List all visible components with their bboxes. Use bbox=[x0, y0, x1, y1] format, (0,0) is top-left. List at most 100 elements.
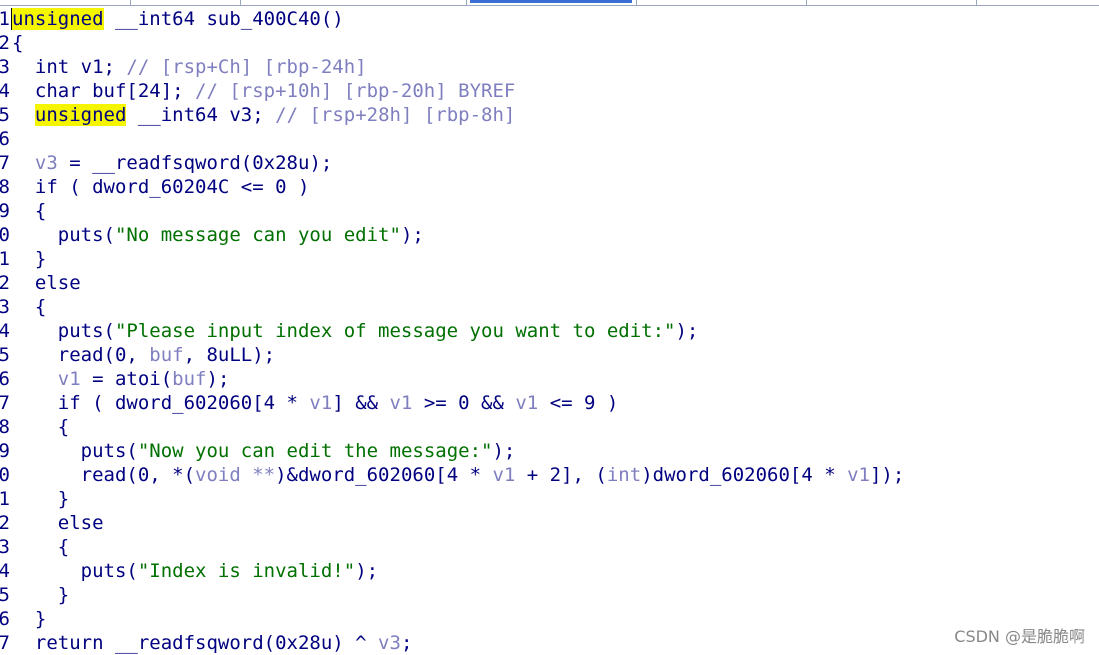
code-line[interactable]: 25 } bbox=[0, 583, 1099, 607]
code-line[interactable]: 17 if ( dword_602060[4 * v1] && v1 >= 0 … bbox=[0, 391, 1099, 415]
code-line[interactable]: 6 bbox=[0, 127, 1099, 151]
code-text[interactable]: if ( dword_602060[4 * v1] && v1 >= 0 && … bbox=[12, 391, 619, 415]
code-line[interactable]: 19 puts("Now you can edit the message:")… bbox=[0, 439, 1099, 463]
code-text[interactable]: } bbox=[12, 607, 46, 631]
code-text[interactable]: if ( dword_60204C <= 0 ) bbox=[12, 175, 310, 199]
code-token: = __readfsqword(0x28u); bbox=[57, 152, 333, 174]
code-text[interactable]: unsigned __int64 v3; // [rsp+28h] [rbp-8… bbox=[12, 103, 515, 127]
variable-token: buf bbox=[149, 344, 184, 366]
line-number: 21 bbox=[0, 488, 10, 510]
code-text[interactable]: puts("Index is invalid!"); bbox=[12, 559, 378, 583]
code-token: } bbox=[12, 608, 47, 630]
code-text[interactable]: v3 = __readfsqword(0x28u); bbox=[12, 151, 332, 175]
line-number: 11 bbox=[0, 248, 10, 270]
code-text[interactable]: int v1; // [rsp+Ch] [rbp-24h] bbox=[12, 55, 367, 79]
line-number: 13 bbox=[0, 296, 10, 318]
line-number: 24 bbox=[0, 560, 10, 582]
code-line[interactable]: 18 { bbox=[0, 415, 1099, 439]
code-line[interactable]: 15 read(0, buf, 8uLL); bbox=[0, 343, 1099, 367]
code-token: + 2], ( bbox=[515, 464, 607, 486]
line-number: 2 bbox=[0, 32, 10, 54]
code-line[interactable]: 14 puts("Please input index of message y… bbox=[0, 319, 1099, 343]
code-token: } bbox=[12, 584, 70, 606]
code-line[interactable]: 5 unsigned __int64 v3; // [rsp+28h] [rbp… bbox=[0, 103, 1099, 127]
variable-token: void ** bbox=[195, 464, 276, 486]
variable-token: v3 bbox=[378, 632, 401, 654]
line-number: 18 bbox=[0, 416, 10, 438]
code-line[interactable]: 12 else bbox=[0, 271, 1099, 295]
code-line[interactable]: 7 v3 = __readfsqword(0x28u); bbox=[0, 151, 1099, 175]
code-text[interactable]: else bbox=[12, 271, 81, 295]
tab-divider bbox=[240, 0, 241, 5]
code-text[interactable]: return __readfsqword(0x28u) ^ v3; bbox=[12, 631, 413, 655]
code-token: ; bbox=[400, 632, 413, 654]
code-token: puts( bbox=[12, 224, 115, 246]
code-text[interactable]: else bbox=[12, 511, 104, 535]
code-token: puts( bbox=[12, 440, 138, 462]
code-text[interactable]: puts("No message can you edit"); bbox=[12, 223, 424, 247]
code-line[interactable]: 8 if ( dword_60204C <= 0 ) bbox=[0, 175, 1099, 199]
code-line[interactable]: 13 { bbox=[0, 295, 1099, 319]
code-text[interactable]: puts("Please input index of message you … bbox=[12, 319, 699, 343]
code-token: char buf[24]; bbox=[12, 80, 196, 102]
code-line[interactable]: 16 v1 = atoi(buf); bbox=[0, 367, 1099, 391]
code-token: { bbox=[12, 296, 47, 318]
code-text[interactable]: { bbox=[12, 535, 69, 559]
string-token: "No message can you edit" bbox=[114, 224, 401, 246]
code-token: __int64 v3; bbox=[126, 104, 276, 126]
code-text[interactable]: read(0, buf, 8uLL); bbox=[12, 343, 275, 367]
code-text[interactable]: } bbox=[12, 487, 69, 511]
code-line[interactable]: 10 puts("No message can you edit"); bbox=[0, 223, 1099, 247]
active-tab-indicator[interactable] bbox=[470, 0, 632, 3]
comment-token: // [rsp+Ch] [rbp-24h] bbox=[126, 56, 367, 78]
string-token: "Now you can edit the message:" bbox=[137, 440, 493, 462]
tab-divider bbox=[806, 0, 807, 5]
code-token: ); bbox=[355, 560, 379, 582]
code-token: } bbox=[12, 488, 70, 510]
code-text[interactable]: puts("Now you can edit the message:"); bbox=[12, 439, 516, 463]
tab-strip[interactable] bbox=[0, 0, 1099, 6]
code-line[interactable]: 21 } bbox=[0, 487, 1099, 511]
code-line[interactable]: 3 int v1; // [rsp+Ch] [rbp-24h] bbox=[0, 55, 1099, 79]
code-token: puts( bbox=[12, 320, 115, 342]
line-number: 7 bbox=[0, 152, 10, 174]
variable-token: v1 bbox=[57, 368, 81, 390]
code-text[interactable]: unsigned __int64 sub_400C40() bbox=[12, 7, 344, 31]
code-text[interactable]: { bbox=[12, 199, 46, 223]
code-line[interactable]: 27 return __readfsqword(0x28u) ^ v3; bbox=[0, 631, 1099, 655]
line-number: 22 bbox=[0, 512, 10, 534]
code-line[interactable]: 24 puts("Index is invalid!"); bbox=[0, 559, 1099, 583]
code-token: )dword_602060[4 * bbox=[641, 464, 848, 486]
code-text[interactable]: v1 = atoi(buf); bbox=[12, 367, 230, 391]
code-line[interactable]: 11 } bbox=[0, 247, 1099, 271]
line-number: 16 bbox=[0, 368, 10, 390]
pseudocode-view[interactable]: 1 unsigned __int64 sub_400C40() 2{3 int v1… bbox=[0, 7, 1099, 655]
tab-divider bbox=[976, 0, 977, 5]
code-line[interactable]: 9 { bbox=[0, 199, 1099, 223]
code-text[interactable]: { bbox=[12, 415, 69, 439]
code-text[interactable]: { bbox=[12, 295, 46, 319]
code-text[interactable]: { bbox=[12, 31, 23, 55]
code-line[interactable]: 26 } bbox=[0, 607, 1099, 631]
line-number: 23 bbox=[0, 536, 10, 558]
string-token: "Please input index of message you want … bbox=[114, 320, 676, 342]
code-text[interactable]: read(0, *(void **)&dword_602060[4 * v1 +… bbox=[12, 463, 905, 487]
code-line[interactable]: 22 else bbox=[0, 511, 1099, 535]
tab-divider bbox=[636, 0, 637, 5]
code-line[interactable]: 4 char buf[24]; // [rsp+10h] [rbp-20h] B… bbox=[0, 79, 1099, 103]
line-number: 25 bbox=[0, 584, 10, 606]
code-line[interactable]: 2{ bbox=[0, 31, 1099, 55]
code-line[interactable]: 23 { bbox=[0, 535, 1099, 559]
code-line[interactable]: 20 read(0, *(void **)&dword_602060[4 * v… bbox=[0, 463, 1099, 487]
code-text[interactable]: } bbox=[12, 583, 69, 607]
code-token: ]); bbox=[869, 464, 905, 486]
tab-divider bbox=[466, 0, 467, 5]
code-line[interactable]: 1 unsigned __int64 sub_400C40() bbox=[0, 7, 1099, 31]
variable-token: buf bbox=[172, 368, 207, 390]
line-number: 1 bbox=[0, 8, 10, 30]
code-text[interactable]: } bbox=[12, 247, 46, 271]
code-text[interactable]: char buf[24]; // [rsp+10h] [rbp-20h] BYR… bbox=[12, 79, 515, 103]
variable-token: v3 bbox=[34, 152, 58, 174]
code-token: read(0, bbox=[12, 344, 150, 366]
